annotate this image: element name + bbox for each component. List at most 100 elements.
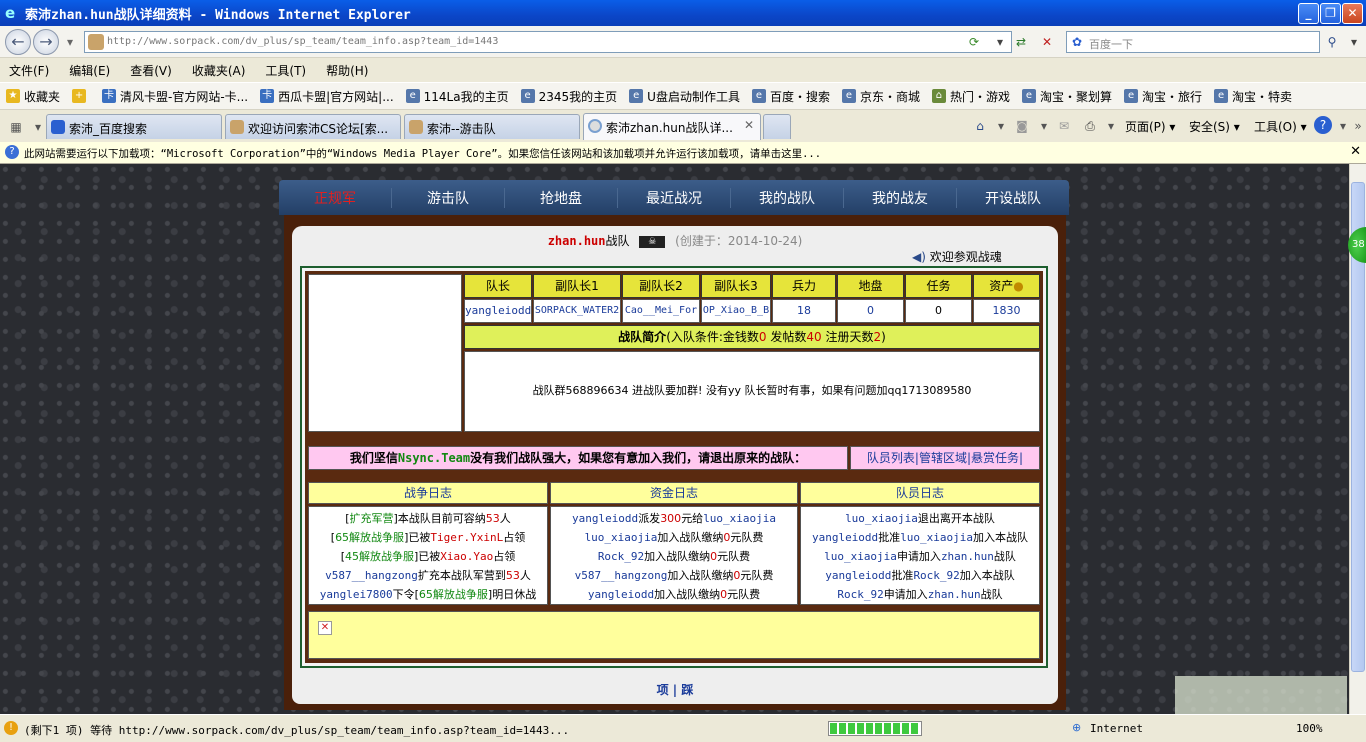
team-links: 队员列表|管辖区域|悬赏任务| [850,446,1040,470]
refresh-icon[interactable]: ⇄ [1011,32,1031,52]
internet-zone-icon: ⊕ [1072,721,1082,734]
tab-guerrilla[interactable]: 索沛--游击队 [404,114,580,139]
menu-view[interactable]: 查看(V) [130,62,172,79]
home-icon[interactable]: ⌂ [970,116,990,136]
fav-item-1[interactable]: 卡西瓜卡盟|官方网站|... [260,88,394,105]
tools-menu-label: 工具(O) [1254,120,1297,134]
search-placeholder: 百度一下 [1089,38,1133,51]
fav-item-9[interactable]: e 淘宝・旅行 [1124,88,1202,105]
back-button[interactable]: ← [5,29,31,55]
log-entry: v587__hangzong加入战队缴纳0元队费 [574,569,774,582]
feeds-dropdown-icon[interactable]: ▾ [1034,116,1054,136]
link-member-list[interactable]: 队员列表 [867,451,915,465]
log-entry: luo_xiaojia加入战队缴纳0元队费 [584,531,764,544]
fav-item-0[interactable]: 卡清风卡盟-官方网站-卡... [102,88,248,105]
toolbar-chevron-icon[interactable]: » [1348,116,1366,136]
fav-item-3[interactable]: e 2345我的主页 [520,88,617,105]
intro-posts: 40 [806,330,822,344]
nav-territory[interactable]: 抢地盘 [505,187,618,208]
favorites-button[interactable]: ★ 收藏夹 [6,88,60,105]
nav-guerrilla[interactable]: 游击队 [392,187,505,208]
menu-tools[interactable]: 工具(T) [265,62,306,79]
safety-menu[interactable]: 安全(S) ▾ [1189,118,1240,135]
captain-value[interactable]: yangleiodd [464,299,532,323]
fav-item-10[interactable]: e 淘宝・特卖 [1214,88,1292,105]
fav-label: U盘启动制作工具 [647,89,740,104]
add-favorite-button[interactable]: + [72,89,90,103]
vice2-value[interactable]: Cao__Mei_For [622,299,700,323]
menu-edit[interactable]: 编辑(E) [69,62,110,79]
fav-item-2[interactable]: e 114La我的主页 [405,88,509,105]
close-button[interactable]: ✕ [1342,3,1363,24]
quick-tabs-icon[interactable]: ▦ [6,117,26,137]
log-entry: yangleiodd批准luo_xiaojia加入本战队 [811,531,1029,544]
fav-item-8[interactable]: e 淘宝・聚划算 [1022,88,1112,105]
tab-list-icon[interactable]: ▾ [28,117,48,137]
slogan-post: 没有我们战队强大，如果您有意加入我们，请退出原来的战队： [470,451,807,465]
fav-label: 淘宝・聚划算 [1040,89,1113,104]
information-bar[interactable]: ? 此网站需要运行以下加载项：“Microsoft Corporation”中的… [0,142,1366,164]
nav-my-friends[interactable]: 我的战友 [844,187,957,208]
fav-item-4[interactable]: e U盘启动制作工具 [629,88,740,105]
print-dropdown-icon[interactable]: ▾ [1101,116,1121,136]
bottom-link-2[interactable]: 踩 [681,683,693,697]
slogan-team: Nsync.Team [397,451,471,465]
minimize-button[interactable]: _ [1298,3,1319,24]
bottom-link-top[interactable]: 项 [657,683,669,697]
nav-recent-battles[interactable]: 最近战况 [618,187,731,208]
vice1-value[interactable]: SORPACK_WATER2 [533,299,621,323]
fav-item-5[interactable]: e 百度・搜索 [751,88,830,105]
home-dropdown-icon[interactable]: ▾ [991,116,1011,136]
maximize-button[interactable]: ❐ [1320,3,1341,24]
menu-file[interactable]: 文件(F) [9,62,49,79]
address-bar[interactable]: http://www.sorpack.com/dv_plus/sp_team/t… [84,31,1012,53]
tab-label: 索沛_百度搜索 [69,122,148,136]
print-icon[interactable]: ⎙ [1080,116,1100,136]
forward-button[interactable]: → [33,29,59,55]
created-date: (创建于：2014-10-24) [675,234,803,248]
close-tab-icon[interactable]: ✕ [744,118,754,132]
intro-title: 战队简介 [618,330,667,344]
feeds-icon[interactable]: ◙ [1012,116,1032,136]
help-icon[interactable]: ? [1314,116,1332,134]
log-entry: yanglei7800下令[65解放战争服]明日休战 [319,588,537,601]
address-dropdown-icon[interactable]: ▾ [990,32,1010,52]
stop-icon[interactable]: ✕ [1037,32,1057,52]
menu-help[interactable]: 帮助(H) [326,62,368,79]
title-bar: e 索沛zhan.hun战队详细资料 - Windows Internet Ex… [0,0,1366,26]
search-options-icon[interactable]: ▾ [1344,32,1364,52]
log-entry: luo_xiaojia退出离开本战队 [845,512,995,525]
member-log-title: 队员日志 [800,482,1040,504]
window-title: 索沛zhan.hun战队详细资料 - Windows Internet Expl… [25,7,411,23]
link-bounty-tasks[interactable]: 悬赏任务 [971,451,1019,465]
intro-condition: (入队条件:金钱数 [666,330,759,344]
search-icon[interactable]: ⚲ [1322,32,1342,52]
mail-icon[interactable]: ✉ [1054,116,1074,136]
fav-item-6[interactable]: e 京东・商城 [841,88,920,105]
search-input[interactable]: ✿ 百度一下 [1066,31,1320,53]
zoom-level[interactable]: 100% [1296,722,1323,735]
tools-menu[interactable]: 工具(O) ▾ [1254,118,1307,135]
menu-favorites[interactable]: 收藏夹(A) [192,62,246,79]
log-entry: Rock_92申请加入zhan.hun战队 [837,588,1003,601]
infobar-close-icon[interactable]: ✕ [1350,144,1361,159]
new-tab-button[interactable] [763,114,791,139]
favorites-label: 收藏夹 [24,89,61,104]
fav-item-7[interactable]: ⌂ 热门・游戏 [931,88,1010,105]
vice3-value[interactable]: OP_Xiao_B_B [701,299,771,323]
nav-create-team[interactable]: 开设战队 [957,188,1069,208]
history-dropdown-icon[interactable]: ▾ [60,32,80,52]
ie-logo-icon: e [5,4,16,22]
link-territory-area[interactable]: 管辖区域 [919,451,967,465]
fund-log: yangleiodd派发300元给luo_xiaojia luo_xiaojia… [550,506,798,605]
site-icon: 卡 [260,89,275,103]
tab-team-info[interactable]: 索沛zhan.hun战队详... ✕ [583,113,761,140]
tab-forum[interactable]: 欢迎访问索沛CS论坛[索... [225,114,401,139]
page-menu[interactable]: 页面(P) ▾ [1125,118,1175,135]
fund-log-title: 资金日志 [550,482,798,504]
nav-my-team[interactable]: 我的战队 [731,187,844,208]
nav-regular-army[interactable]: 正规军 [279,187,392,208]
tab-baidu[interactable]: 索沛_百度搜索 [46,114,222,139]
compat-view-icon[interactable]: ⟳ [964,32,984,52]
fav-label: 清风卡盟-官方网站-卡... [120,89,249,104]
